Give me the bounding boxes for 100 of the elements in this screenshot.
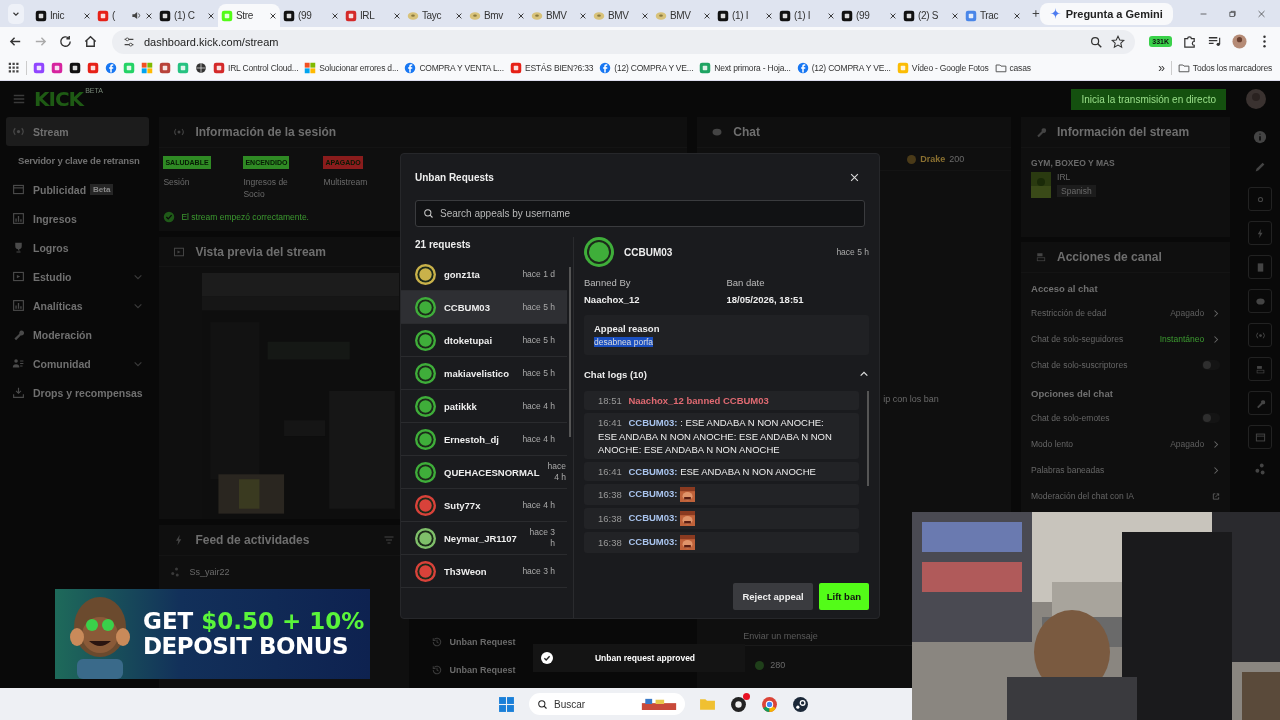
request-item[interactable]: Neymar_JR1107 hace 3 h: [401, 522, 567, 555]
sidebar-item[interactable]: Analíticas: [6, 291, 150, 320]
browser-tab[interactable]: Trac: [961, 4, 1024, 27]
close-icon[interactable]: [764, 11, 773, 20]
notification-dot: [743, 692, 750, 700]
sidebar-item[interactable]: Estudio: [6, 262, 150, 291]
sidebar-item[interactable]: Drops y recompensas: [6, 378, 150, 407]
toggle-switch[interactable]: [1202, 413, 1221, 423]
go-live-button[interactable]: Inicia la transmisión en directo: [1071, 88, 1226, 110]
chat-icon: [1254, 295, 1266, 307]
sidebar-item[interactable]: Moderación: [6, 320, 150, 349]
browser-tab[interactable]: BMV: [651, 4, 714, 27]
close-icon[interactable]: [1012, 11, 1021, 20]
bookmark[interactable]: [195, 62, 207, 74]
sidebar-item[interactable]: Comunidad: [6, 349, 150, 378]
close-icon[interactable]: [330, 11, 339, 20]
favicon-icon: [34, 9, 47, 22]
browser-tab[interactable]: (1) I: [775, 4, 838, 27]
close-icon[interactable]: [702, 11, 711, 20]
reject-button[interactable]: Reject appeal: [733, 583, 813, 610]
bookmark[interactable]: IRL Control Cloud...: [213, 62, 299, 74]
category[interactable]: IRL: [1057, 172, 1071, 182]
browser-icon[interactable]: [761, 695, 778, 713]
close-icon[interactable]: [144, 11, 153, 20]
close-icon[interactable]: [454, 11, 463, 20]
browser-tab[interactable]: IRL: [341, 4, 404, 27]
browser-tab[interactable]: Stre: [217, 4, 280, 27]
setting-value[interactable]: Instantáneo: [1159, 334, 1205, 344]
search-field[interactable]: Buscar: [529, 693, 685, 715]
lift-ban-button[interactable]: Lift ban: [818, 583, 869, 610]
browser-tab[interactable]: (: [93, 4, 156, 27]
avatar[interactable]: [1232, 34, 1247, 49]
bookmark[interactable]: casas: [994, 62, 1031, 74]
request-item[interactable]: Th3Weon hace 3 h: [401, 555, 567, 588]
chat-logs-toggle[interactable]: Chat logs (10): [584, 367, 869, 381]
bookmark[interactable]: Solucionar errores d...: [304, 62, 399, 74]
browser-tab[interactable]: Bmv: [465, 4, 528, 27]
request-item[interactable]: patikkk hace 4 h: [401, 390, 567, 423]
bookmark[interactable]: Todos los marcadores: [1177, 62, 1272, 74]
bookmark[interactable]: Next primora - Hoja...: [699, 62, 791, 74]
record-icon[interactable]: [730, 695, 747, 713]
restore-icon[interactable]: [1228, 8, 1236, 19]
bookmark[interactable]: (12) COMPRA Y VE...: [796, 62, 891, 74]
sidebar-item[interactable]: Logros: [6, 233, 150, 262]
close-icon[interactable]: [888, 11, 897, 20]
windows-icon: [304, 62, 317, 74]
close-icon[interactable]: [640, 11, 649, 20]
close-icon[interactable]: [516, 11, 525, 20]
browser-tab[interactable]: BMV: [527, 4, 590, 27]
search-field[interactable]: Search appeals by username: [415, 200, 865, 227]
language-tag: Spanish: [1057, 185, 1096, 197]
bookmark[interactable]: ESTÁS BIEN?6:33: [509, 62, 594, 74]
steam-icon[interactable]: [792, 695, 809, 713]
toggle-switch[interactable]: [1202, 360, 1221, 370]
request-item[interactable]: CCBUM03 hace 5 h: [401, 291, 567, 324]
dots-icon[interactable]: [1253, 462, 1268, 476]
browser-tab[interactable]: Tayc: [403, 4, 466, 27]
close-icon[interactable]: [950, 11, 959, 20]
more-bookmarks[interactable]: »: [1158, 61, 1165, 75]
close-icon[interactable]: [206, 11, 215, 20]
windows-icon[interactable]: [498, 695, 515, 713]
field-value: 18/05/2026, 18:51: [726, 294, 805, 305]
browser-tab[interactable]: (1) C: [155, 4, 218, 27]
reload-icon[interactable]: [58, 34, 73, 49]
request-item[interactable]: dtoketupai hace 5 h: [401, 324, 567, 357]
new-tab-icon[interactable]: [1031, 8, 1040, 19]
speaker-icon[interactable]: [130, 10, 142, 21]
request-item[interactable]: makiavelistico hace 5 h: [401, 357, 567, 390]
request-item[interactable]: Suty77x hace 4 h: [401, 489, 567, 522]
external-link-icon[interactable]: [1212, 491, 1221, 501]
setting-label[interactable]: Modo lento: [1031, 439, 1074, 449]
home-icon[interactable]: [83, 34, 98, 49]
close-icon[interactable]: [392, 11, 401, 20]
media-icon[interactable]: [1207, 34, 1222, 49]
chevron-icon[interactable]: [859, 369, 869, 379]
ad-banner[interactable]: GET $0.50 + 10% DEPOSIT BONUS: [55, 589, 370, 679]
browser-tab[interactable]: (99: [279, 4, 342, 27]
sidebar-item[interactable]: Servidor y clave de retransn: [6, 146, 150, 175]
close-icon[interactable]: [578, 11, 587, 20]
browser-tab[interactable]: (2) S: [899, 4, 962, 27]
close-icon[interactable]: [850, 172, 859, 182]
close-icon[interactable]: [268, 11, 277, 20]
puzzle-icon[interactable]: [1182, 34, 1197, 49]
browser-tab[interactable]: Inic: [31, 4, 94, 27]
apps-icon[interactable]: [8, 62, 20, 74]
bookmark[interactable]: COMPRA Y VENTA L...: [404, 62, 504, 74]
browser-tab[interactable]: (99: [837, 4, 900, 27]
address-bar[interactable]: dashboard.kick.com/stream: [112, 29, 1136, 54]
close-icon[interactable]: [826, 11, 835, 20]
bookmark[interactable]: Vídeo - Google Fotos: [896, 62, 989, 74]
bookmark[interactable]: [69, 62, 81, 74]
sidebar-item[interactable]: Publicidad Beta: [6, 175, 150, 204]
browser-tab[interactable]: BMV: [589, 4, 652, 27]
close-icon[interactable]: [82, 11, 91, 20]
request-item[interactable]: Ernestoh_dj hace 4 h: [401, 423, 567, 456]
gemini-button[interactable]: Pregunta a Gemini: [1039, 2, 1173, 25]
tab-search-icon[interactable]: [8, 3, 24, 24]
browser-tab[interactable]: (1) I: [713, 4, 776, 27]
bookmark[interactable]: (12) COMPRA Y VE...: [599, 62, 694, 74]
sidebar-item[interactable]: Ingresos: [6, 204, 150, 233]
